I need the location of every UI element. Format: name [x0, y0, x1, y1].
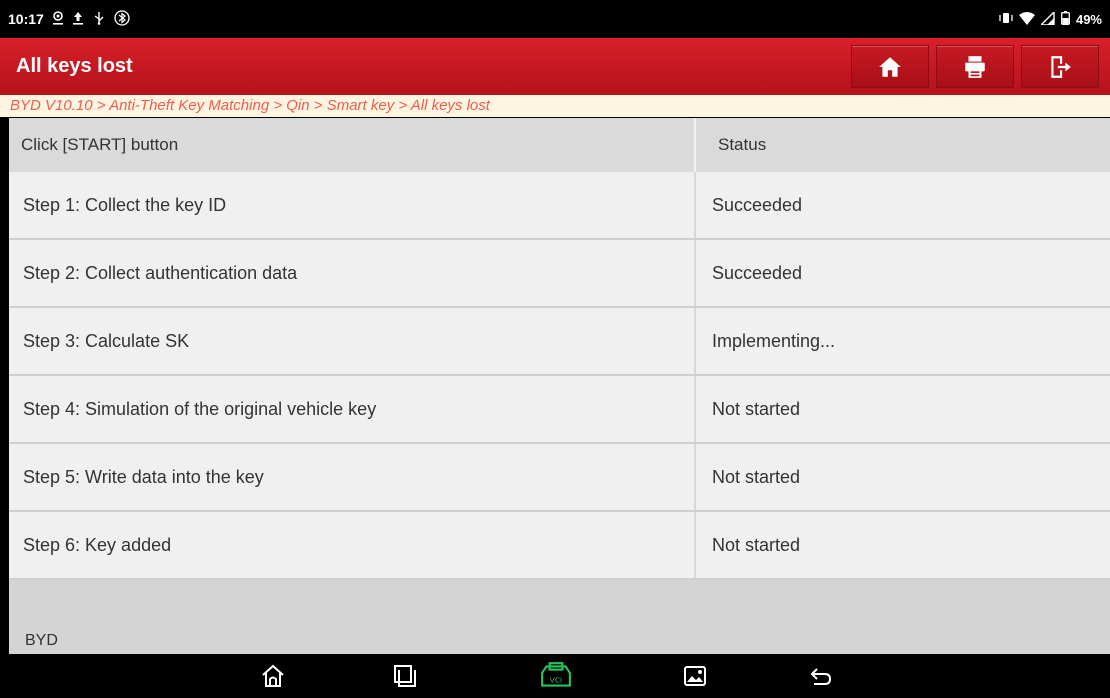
step-cell: Step 5: Write data into the key	[23, 466, 264, 487]
print-button[interactable]	[936, 45, 1014, 88]
usb-icon	[92, 11, 106, 27]
exit-button[interactable]	[1021, 45, 1099, 88]
status-left: 10:17	[8, 10, 130, 28]
home-outline-icon	[262, 664, 284, 687]
step-cell: Step 2: Collect authentication data	[23, 262, 298, 283]
nav-back-button[interactable]	[806, 662, 836, 690]
steps-table: Click [START] button Status Step 1: Coll…	[9, 118, 1110, 580]
location-icon	[52, 11, 64, 27]
table-row: Step 1: Collect the key ID Succeeded	[9, 172, 1110, 240]
home-button[interactable]	[851, 45, 929, 88]
battery-percent: 49%	[1075, 11, 1102, 27]
step-cell: Step 6: Key added	[23, 534, 172, 555]
table-row: Step 5: Write data into the key Not star…	[9, 444, 1110, 512]
gallery-icon	[684, 666, 706, 686]
step-cell: Step 1: Collect the key ID	[23, 194, 227, 215]
footer-brand: BYD	[25, 632, 58, 649]
back-icon	[810, 668, 832, 685]
status-cell: Implementing...	[694, 308, 1110, 374]
bluetooth-icon	[114, 10, 130, 28]
nav-recents-button[interactable]	[390, 662, 420, 690]
nav-bar: VCI	[0, 654, 1110, 698]
breadcrumb: BYD V10.10 > Anti-Theft Key Matching > Q…	[0, 95, 1110, 117]
battery-icon	[1061, 11, 1070, 27]
table-row: Step 4: Simulation of the original vehic…	[9, 376, 1110, 444]
table-row: Step 2: Collect authentication data Succ…	[9, 240, 1110, 308]
footer-area: BYD	[9, 580, 1110, 654]
nav-gallery-button[interactable]	[680, 662, 710, 690]
step-cell: Step 4: Simulation of the original vehic…	[23, 398, 377, 419]
wifi-icon	[1018, 11, 1035, 27]
page-title: All keys lost	[16, 55, 133, 77]
header-actions	[851, 45, 1099, 88]
step-cell: Step 3: Calculate SK	[23, 330, 190, 351]
exit-icon	[1051, 55, 1071, 78]
status-cell: Not started	[694, 376, 1110, 442]
vci-label: VCI	[550, 675, 563, 684]
status-cell: Succeeded	[694, 240, 1110, 306]
nav-home-button[interactable]	[258, 662, 288, 690]
table-row: Step 6: Key added Not started	[9, 512, 1110, 580]
column-header-step: Click [START] button	[21, 135, 179, 154]
status-right: 49%	[999, 9, 1102, 27]
status-bar: 10:17 49%	[0, 0, 1110, 38]
upload-icon	[72, 11, 84, 27]
app-header: All keys lost	[0, 38, 1110, 95]
nav-vci-button[interactable]: VCI	[539, 662, 573, 690]
column-header-status: Status	[694, 118, 1110, 172]
status-cell: Not started	[694, 444, 1110, 510]
table-row: Step 3: Calculate SK Implementing...	[9, 308, 1110, 376]
signal-icon	[1039, 9, 1055, 27]
status-time: 10:17	[8, 11, 44, 27]
table-header: Click [START] button Status	[9, 118, 1110, 172]
home-icon	[879, 56, 901, 77]
vibrate-icon	[999, 12, 1013, 26]
recents-icon	[394, 665, 416, 687]
vci-icon: VCI	[541, 662, 571, 687]
print-icon	[965, 55, 985, 78]
status-cell: Not started	[694, 512, 1110, 578]
status-cell: Succeeded	[694, 172, 1110, 238]
